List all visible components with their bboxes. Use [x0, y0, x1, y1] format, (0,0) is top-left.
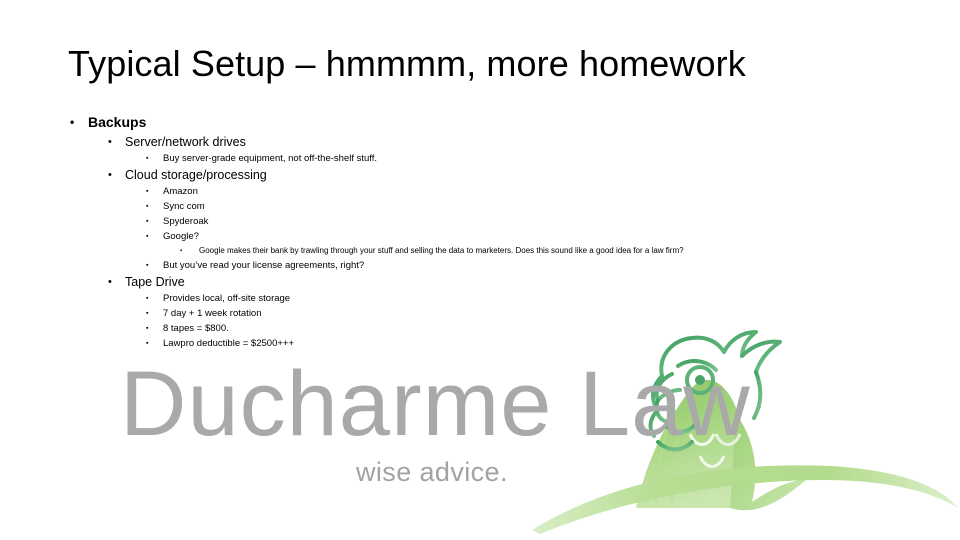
bullet-item-level-2: • Cloud storage/processing	[0, 166, 960, 184]
parrot-bird-icon	[636, 330, 806, 511]
bullet-item-level-3: ▪ Buy server-grade equipment, not off-the…	[0, 151, 960, 166]
bullet-text: Google makes their bank by trawling thro…	[199, 246, 684, 255]
bullet-text: Buy server-grade equipment, not off-the-…	[163, 153, 378, 164]
bullet-text: Server/network drives	[125, 135, 246, 149]
bullet-item-level-2: • Server/network drives	[0, 133, 960, 151]
bullet-text: 7 day + 1 week rotation	[163, 308, 262, 319]
bullet-text: Spyderoak	[163, 216, 209, 227]
bullet-marker-icon: ▪	[146, 340, 149, 347]
bullet-marker-icon: •	[108, 136, 112, 148]
bullet-text: 8 tapes = $800.	[163, 323, 229, 334]
bullet-text: Amazon	[163, 186, 198, 197]
bullet-marker-icon: •	[70, 115, 75, 129]
bullet-marker-icon: ▪	[146, 155, 149, 162]
slide-body-outline: • Backups • Server/network drives ▪ Buy serve…	[0, 112, 960, 351]
bullet-marker-icon: •	[108, 276, 112, 288]
bullet-marker-icon: ▪	[146, 188, 149, 195]
bullet-marker-icon: ▪	[146, 310, 149, 317]
bullet-marker-icon: ▪	[180, 248, 183, 254]
bullet-marker-icon: ▪	[146, 295, 149, 302]
bullet-text: Lawpro deductible = $2500+++	[163, 338, 294, 349]
bullet-item-level-3: ▪ But you’ve read your license agreements…	[0, 258, 960, 273]
bullet-text: Backups	[88, 114, 147, 130]
bullet-item-level-1: • Backups	[0, 112, 960, 132]
bullet-text: Sync com	[163, 201, 205, 212]
bullet-text: Provides local, off-site storage	[163, 293, 291, 304]
bullet-text: Tape Drive	[125, 275, 185, 289]
bullet-item-level-3: ▪ 8 tapes = $800.	[0, 321, 960, 336]
bullet-marker-icon: ▪	[146, 262, 149, 269]
branch-arc-icon	[532, 465, 958, 534]
bullet-marker-icon: •	[108, 169, 112, 181]
slide-canvas: Typical Setup – hmmmm, more homework • Ba…	[0, 0, 960, 540]
bullet-marker-icon: ▪	[146, 203, 149, 210]
logo-wordmark: Ducharme Law	[120, 353, 751, 455]
bullet-item-level-3: ▪ Lawpro deductible = $2500+++	[0, 336, 960, 351]
logo-tagline: wise advice.	[356, 457, 508, 487]
bullet-text: Cloud storage/processing	[125, 168, 267, 182]
bullet-text: Google?	[163, 231, 199, 242]
bullet-item-level-3: ▪ Spyderoak	[0, 214, 960, 229]
bullet-item-level-4: ▪ Google makes their bank by trawling thr…	[0, 244, 960, 258]
bullet-marker-icon: ▪	[146, 233, 149, 240]
bullet-marker-icon: ▪	[146, 218, 149, 225]
bullet-item-level-3: ▪ Google?	[0, 229, 960, 244]
bullet-text: But you’ve read your license agreements,…	[163, 260, 365, 271]
bullet-item-level-3: ▪ Provides local, off-site storage	[0, 291, 960, 306]
bullet-item-level-2: • Tape Drive	[0, 273, 960, 291]
bullet-item-level-3: ▪ 7 day + 1 week rotation	[0, 306, 960, 321]
bullet-marker-icon: ▪	[146, 325, 149, 332]
bullet-item-level-3: ▪ Amazon	[0, 184, 960, 199]
page-title: Typical Setup – hmmmm, more homework	[68, 43, 746, 84]
ducharme-law-logo: Ducharme Law wise advice.	[0, 330, 960, 540]
bullet-item-level-3: ▪ Sync com	[0, 199, 960, 214]
